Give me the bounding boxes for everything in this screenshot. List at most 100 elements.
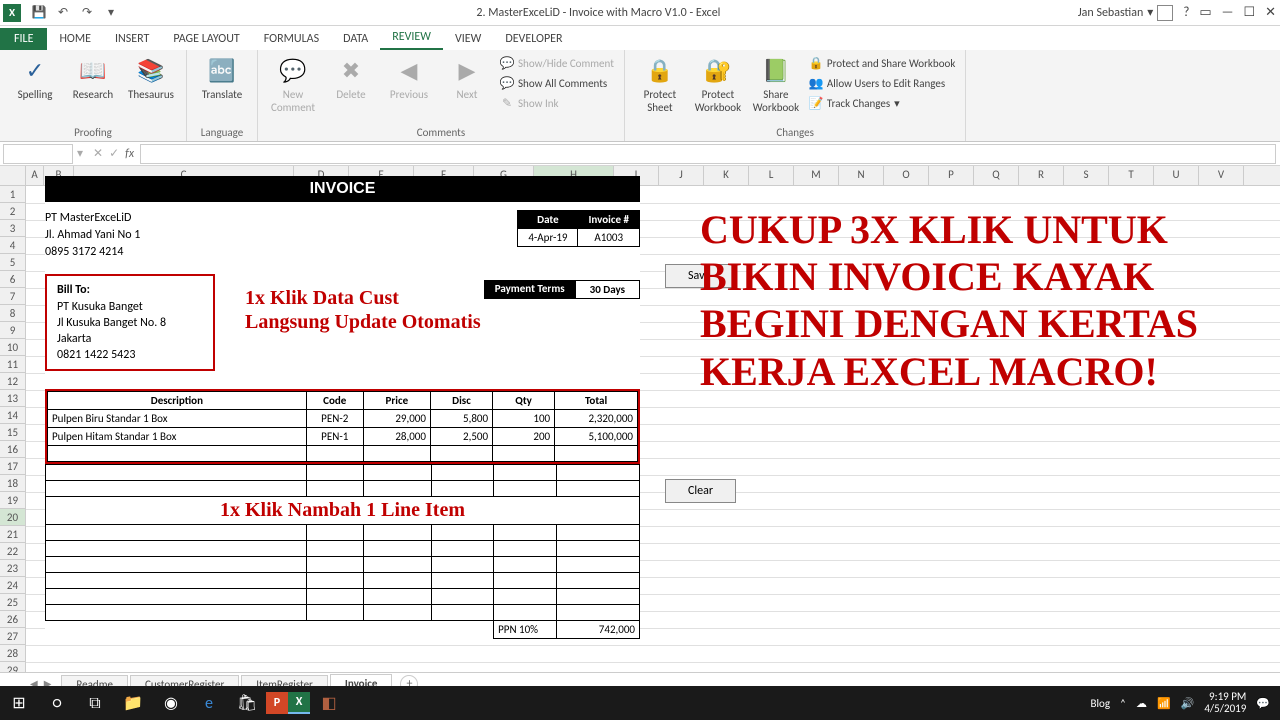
row-3[interactable]: 3 — [0, 220, 26, 237]
row-10[interactable]: 10 — [0, 339, 26, 356]
cancel-formula-icon[interactable]: ✕ — [93, 146, 103, 161]
tab-view[interactable]: VIEW — [443, 28, 493, 50]
file-tab[interactable]: FILE — [0, 28, 47, 50]
new-comment-button[interactable]: 💬New Comment — [266, 54, 320, 114]
tab-developer[interactable]: DEVELOPER — [493, 28, 574, 50]
worksheet-grid[interactable]: A B C D E F G H I J K L M N O P Q R S T … — [0, 166, 1280, 672]
previous-comment-button[interactable]: ◀Previous — [382, 54, 436, 101]
table-row[interactable] — [46, 465, 640, 481]
row-9[interactable]: 9 — [0, 322, 26, 339]
row-16[interactable]: 16 — [0, 441, 26, 458]
table-row[interactable] — [46, 589, 640, 605]
tab-home[interactable]: HOME — [47, 28, 103, 50]
col-U[interactable]: U — [1154, 166, 1199, 185]
tray-volume-icon[interactable]: 🔊 — [1181, 697, 1195, 710]
row-26[interactable]: 26 — [0, 611, 26, 628]
help-icon[interactable]: ? — [1183, 5, 1189, 20]
row-8[interactable]: 8 — [0, 305, 26, 322]
table-row[interactable] — [46, 481, 640, 497]
row-14[interactable]: 14 — [0, 407, 26, 424]
tab-insert[interactable]: INSERT — [103, 28, 161, 50]
save-icon[interactable]: 💾 — [31, 5, 47, 21]
table-row[interactable] — [46, 573, 640, 589]
tab-formulas[interactable]: FORMULAS — [252, 28, 331, 50]
tab-page-layout[interactable]: PAGE LAYOUT — [161, 28, 251, 50]
row-2[interactable]: 2 — [0, 203, 26, 220]
tray-date[interactable]: 4/5/2019 — [1204, 703, 1246, 715]
cortana-icon[interactable]: ○ — [38, 686, 76, 720]
tab-review[interactable]: REVIEW — [380, 26, 443, 50]
row-15[interactable]: 15 — [0, 424, 26, 441]
billto-phone[interactable]: 0821 1422 5423 — [57, 347, 203, 363]
row-11[interactable]: 11 — [0, 356, 26, 373]
billto-company[interactable]: PT Kusuka Banget — [57, 299, 203, 315]
invoice-num-value[interactable]: A1003 — [578, 229, 640, 247]
row-17[interactable]: 17 — [0, 458, 26, 475]
row-4[interactable]: 4 — [0, 237, 26, 254]
row-23[interactable]: 23 — [0, 560, 26, 577]
col-S[interactable]: S — [1064, 166, 1109, 185]
col-T[interactable]: T — [1109, 166, 1154, 185]
share-workbook-button[interactable]: 📗Share Workbook — [749, 54, 803, 114]
taskview-icon[interactable]: ⧉ — [76, 686, 114, 720]
row-6[interactable]: 6 — [0, 271, 26, 288]
namebox-dropdown-icon[interactable]: ▾ — [77, 146, 83, 161]
billto-city[interactable]: Jakarta — [57, 331, 203, 347]
row-7[interactable]: 7 — [0, 288, 26, 305]
row-27[interactable]: 27 — [0, 628, 26, 645]
row-13[interactable]: 13 — [0, 390, 26, 407]
powerpoint-icon[interactable]: P — [266, 692, 288, 714]
fx-icon[interactable]: fx — [125, 147, 134, 161]
col-Q[interactable]: Q — [974, 166, 1019, 185]
table-row[interactable] — [48, 446, 638, 462]
protect-workbook-button[interactable]: 🔐Protect Workbook — [691, 54, 745, 114]
row-28[interactable]: 28 — [0, 645, 26, 662]
chrome-icon[interactable]: ◉ — [152, 686, 190, 720]
tray-wifi-icon[interactable]: 📶 — [1157, 697, 1171, 710]
row-18[interactable]: 18 — [0, 475, 26, 492]
spelling-button[interactable]: ✓Spelling — [8, 54, 62, 101]
table-row[interactable]: Pulpen Hitam Standar 1 Box PEN-1 28,000 … — [48, 428, 638, 446]
user-account[interactable]: Jan Sebastian ▾ — [1078, 5, 1173, 21]
show-hide-comment-button[interactable]: 💬Show/Hide Comment — [498, 54, 616, 72]
row-25[interactable]: 25 — [0, 594, 26, 611]
tray-blog[interactable]: Blog — [1091, 697, 1111, 710]
row-19[interactable]: 19 — [0, 492, 26, 509]
edge-icon[interactable]: e — [190, 686, 228, 720]
undo-icon[interactable]: ↶ — [55, 5, 71, 21]
track-changes-button[interactable]: 📝Track Changes ▾ — [807, 94, 957, 112]
row-20[interactable]: 20 — [0, 509, 26, 526]
col-N[interactable]: N — [839, 166, 884, 185]
excel-taskbar-icon[interactable]: X — [288, 692, 310, 714]
thesaurus-button[interactable]: 📚Thesaurus — [124, 54, 178, 101]
research-button[interactable]: 📖Research — [66, 54, 120, 101]
qat-dropdown-icon[interactable]: ▾ — [103, 5, 119, 21]
tray-notifications-icon[interactable]: 💬 — [1256, 697, 1270, 710]
explorer-icon[interactable]: 📁 — [114, 686, 152, 720]
row-24[interactable]: 24 — [0, 577, 26, 594]
next-comment-button[interactable]: ▶Next — [440, 54, 494, 101]
row-1[interactable]: 1 — [0, 186, 26, 203]
show-all-comments-button[interactable]: 💬Show All Comments — [498, 74, 616, 92]
table-row[interactable] — [46, 525, 640, 541]
show-ink-button[interactable]: ✎Show Ink — [498, 94, 616, 112]
tab-data[interactable]: DATA — [331, 28, 380, 50]
translate-button[interactable]: 🔤Translate — [195, 54, 249, 101]
redo-icon[interactable]: ↷ — [79, 5, 95, 21]
table-row[interactable]: Pulpen Biru Standar 1 Box PEN-2 29,000 5… — [48, 410, 638, 428]
select-all-corner[interactable] — [0, 166, 26, 185]
table-row[interactable] — [46, 605, 640, 621]
protect-sheet-button[interactable]: 🔒Protect Sheet — [633, 54, 687, 114]
tray-up-icon[interactable]: ˄ — [1120, 697, 1126, 710]
row-29[interactable]: 29 — [0, 662, 26, 672]
tray-cloud-icon[interactable]: ☁ — [1136, 697, 1147, 710]
store-icon[interactable]: 🛍 — [228, 686, 266, 720]
maximize-icon[interactable]: ☐ — [1243, 5, 1255, 20]
col-A[interactable]: A — [26, 166, 44, 185]
row-22[interactable]: 22 — [0, 543, 26, 560]
col-K[interactable]: K — [704, 166, 749, 185]
ribbon-options-icon[interactable]: ▭ — [1199, 5, 1211, 20]
row-5[interactable]: 5 — [0, 254, 26, 271]
billto-address[interactable]: Jl Kusuka Banget No. 8 — [57, 315, 203, 331]
name-box[interactable] — [3, 144, 73, 164]
